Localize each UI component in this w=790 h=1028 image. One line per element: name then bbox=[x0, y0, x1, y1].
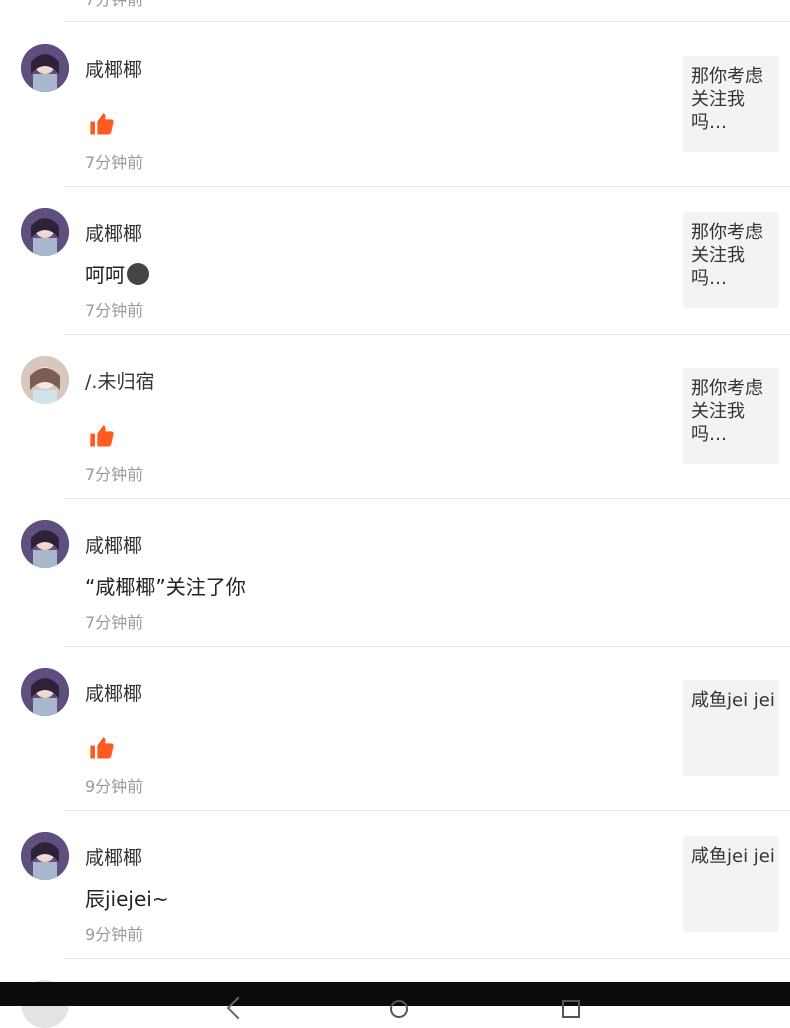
previous-item-fragment: 7分钟前 bbox=[0, 0, 790, 22]
thumbnail-text: 那你考虑关注我吗… bbox=[691, 65, 775, 134]
avatar[interactable] bbox=[21, 208, 69, 256]
post-thumbnail[interactable]: 那你考虑关注我吗… bbox=[683, 56, 779, 152]
avatar[interactable] bbox=[21, 44, 69, 92]
back-icon[interactable] bbox=[226, 996, 250, 1020]
user-name[interactable]: 咸椰椰 bbox=[85, 679, 142, 706]
thumbnail-caption: 咸鱼jei jei bbox=[691, 690, 775, 711]
notification-item[interactable]: 咸椰椰 “咸椰椰”关注了你 7分钟前 bbox=[0, 498, 790, 647]
time-label: 7分钟前 bbox=[85, 613, 144, 632]
thumbs-up-icon bbox=[88, 422, 116, 450]
avatar[interactable] bbox=[21, 520, 69, 568]
post-thumbnail[interactable]: 咸鱼jei jei bbox=[683, 836, 779, 932]
system-navigation-bar bbox=[0, 982, 790, 1020]
user-name[interactable]: 咸椰椰 bbox=[85, 55, 142, 82]
avatar[interactable] bbox=[21, 668, 69, 716]
notification-item[interactable]: /.未归宿 7分钟前 那你考虑关注我吗… bbox=[0, 334, 790, 499]
notification-item[interactable]: 咸椰椰 呵呵 7分钟前 那你考虑关注我吗… bbox=[0, 186, 790, 335]
recents-icon[interactable] bbox=[562, 1000, 580, 1018]
avatar[interactable] bbox=[21, 356, 69, 404]
thumbnail-caption: 那你考虑关注我吗… bbox=[691, 66, 763, 133]
follow-notice: “咸椰椰”关注了你 bbox=[85, 575, 246, 599]
thumbnail-caption: 咸鱼jei jei bbox=[691, 846, 775, 867]
thumbs-up-icon bbox=[88, 110, 116, 138]
post-thumbnail[interactable]: 那你考虑关注我吗… bbox=[683, 368, 779, 464]
home-icon[interactable] bbox=[390, 1000, 408, 1018]
thumbnail-text: 咸鱼jei jei bbox=[691, 845, 775, 868]
thumbnail-text: 那你考虑关注我吗… bbox=[691, 377, 775, 446]
smiley-emoji-icon bbox=[127, 263, 149, 285]
thumbnail-caption: 那你考虑关注我吗… bbox=[691, 378, 763, 445]
post-thumbnail[interactable]: 咸鱼jei jei bbox=[683, 680, 779, 776]
time-label: 7分钟前 bbox=[85, 0, 143, 10]
thumbnail-caption: 那你考虑关注我吗… bbox=[691, 222, 763, 289]
comment-content: 呵呵 bbox=[85, 263, 125, 287]
thumbs-up-icon bbox=[88, 734, 116, 762]
user-name[interactable]: 咸椰椰 bbox=[85, 843, 142, 870]
time-label: 9分钟前 bbox=[85, 925, 144, 944]
comment-text: 辰jiejei~ bbox=[85, 887, 169, 911]
avatar[interactable] bbox=[21, 832, 69, 880]
time-label: 7分钟前 bbox=[85, 465, 144, 484]
notification-item[interactable]: 咸椰椰 9分钟前 咸鱼jei jei bbox=[0, 646, 790, 811]
time-label: 7分钟前 bbox=[85, 301, 144, 320]
thumbnail-text: 那你考虑关注我吗… bbox=[691, 221, 775, 290]
user-name[interactable]: /.未归宿 bbox=[85, 367, 154, 394]
user-name[interactable]: 咸椰椰 bbox=[85, 531, 142, 558]
divider bbox=[64, 958, 790, 959]
post-thumbnail[interactable]: 那你考虑关注我吗… bbox=[683, 212, 779, 308]
time-label: 7分钟前 bbox=[85, 153, 144, 172]
comment-text: 呵呵 bbox=[85, 259, 149, 288]
time-label: 9分钟前 bbox=[85, 777, 144, 796]
notification-item[interactable]: 咸椰椰 7分钟前 那你考虑关注我吗… bbox=[0, 22, 790, 187]
user-name[interactable]: 咸椰椰 bbox=[85, 219, 142, 246]
notification-item[interactable]: 咸椰椰 辰jiejei~ 9分钟前 咸鱼jei jei bbox=[0, 810, 790, 959]
thumbnail-text: 咸鱼jei jei bbox=[691, 689, 775, 712]
